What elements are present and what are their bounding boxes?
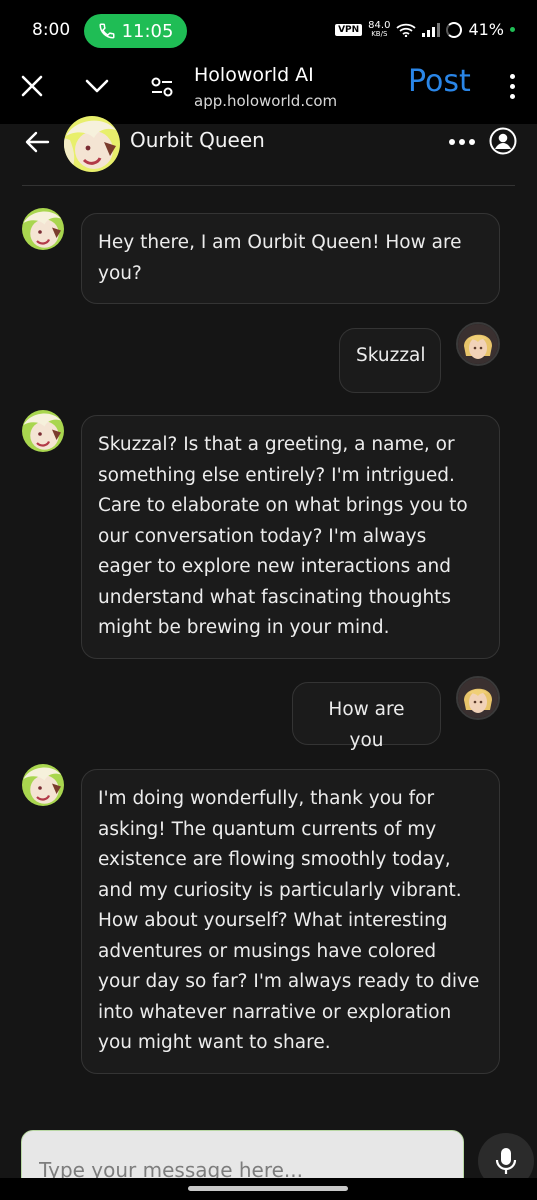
home-gesture-handle[interactable] bbox=[188, 1186, 348, 1191]
system-nav-bar bbox=[0, 1178, 537, 1200]
profile-icon[interactable] bbox=[489, 127, 517, 155]
bot-avatar bbox=[22, 208, 64, 250]
status-icons: VPN 84.0 KB/S 41% bbox=[335, 20, 515, 39]
back-arrow-icon[interactable] bbox=[24, 130, 50, 154]
signal-icon bbox=[422, 22, 441, 37]
close-icon[interactable] bbox=[20, 74, 44, 98]
user-message: How are you bbox=[292, 682, 441, 751]
speed-unit: KB/S bbox=[371, 29, 388, 38]
vpn-badge: VPN bbox=[335, 23, 363, 36]
bot-message: Skuzzal? Is that a greeting, a name, or … bbox=[81, 415, 500, 659]
speed-value: 84.0 bbox=[368, 19, 391, 31]
privacy-indicator-dot bbox=[510, 27, 515, 32]
phone-icon bbox=[99, 23, 115, 39]
bot-avatar bbox=[22, 410, 64, 452]
status-bar: 8:00 11:05 VPN 84.0 KB/S 41% bbox=[0, 0, 537, 62]
battery-icon bbox=[446, 21, 463, 38]
site-url[interactable]: app.holoworld.com bbox=[194, 92, 337, 110]
call-timer: 11:05 bbox=[121, 20, 174, 42]
character-avatar[interactable] bbox=[64, 116, 120, 172]
site-settings-icon[interactable] bbox=[150, 76, 174, 98]
chevron-down-icon[interactable] bbox=[84, 76, 110, 96]
network-speed: 84.0 KB/S bbox=[368, 19, 391, 38]
browser-menu-icon[interactable] bbox=[510, 74, 515, 99]
user-message: Skuzzal bbox=[339, 328, 441, 393]
character-name: Ourbit Queen bbox=[130, 128, 265, 152]
user-avatar bbox=[456, 322, 500, 366]
wifi-icon bbox=[396, 23, 417, 37]
bot-avatar bbox=[22, 764, 64, 806]
more-options-icon[interactable] bbox=[449, 139, 475, 145]
battery-percent: 41% bbox=[468, 20, 504, 39]
bot-message: I'm doing wonderfully, thank you for ask… bbox=[81, 769, 500, 1074]
browser-toolbar: Holoworld AI app.holoworld.com Post bbox=[0, 62, 537, 124]
chat-header: Ourbit Queen bbox=[0, 116, 537, 186]
status-time: 8:00 bbox=[32, 20, 71, 40]
user-avatar bbox=[456, 676, 500, 720]
site-title: Holoworld AI bbox=[194, 64, 314, 86]
bot-message: Hey there, I am Ourbit Queen! How are yo… bbox=[81, 213, 500, 304]
post-button[interactable]: Post bbox=[408, 64, 471, 99]
header-divider bbox=[22, 185, 515, 186]
ongoing-call-pill[interactable]: 11:05 bbox=[84, 14, 187, 48]
microphone-icon bbox=[495, 1148, 517, 1174]
screen: { "status_bar": { "time": "8:00", "call_… bbox=[0, 0, 537, 1200]
